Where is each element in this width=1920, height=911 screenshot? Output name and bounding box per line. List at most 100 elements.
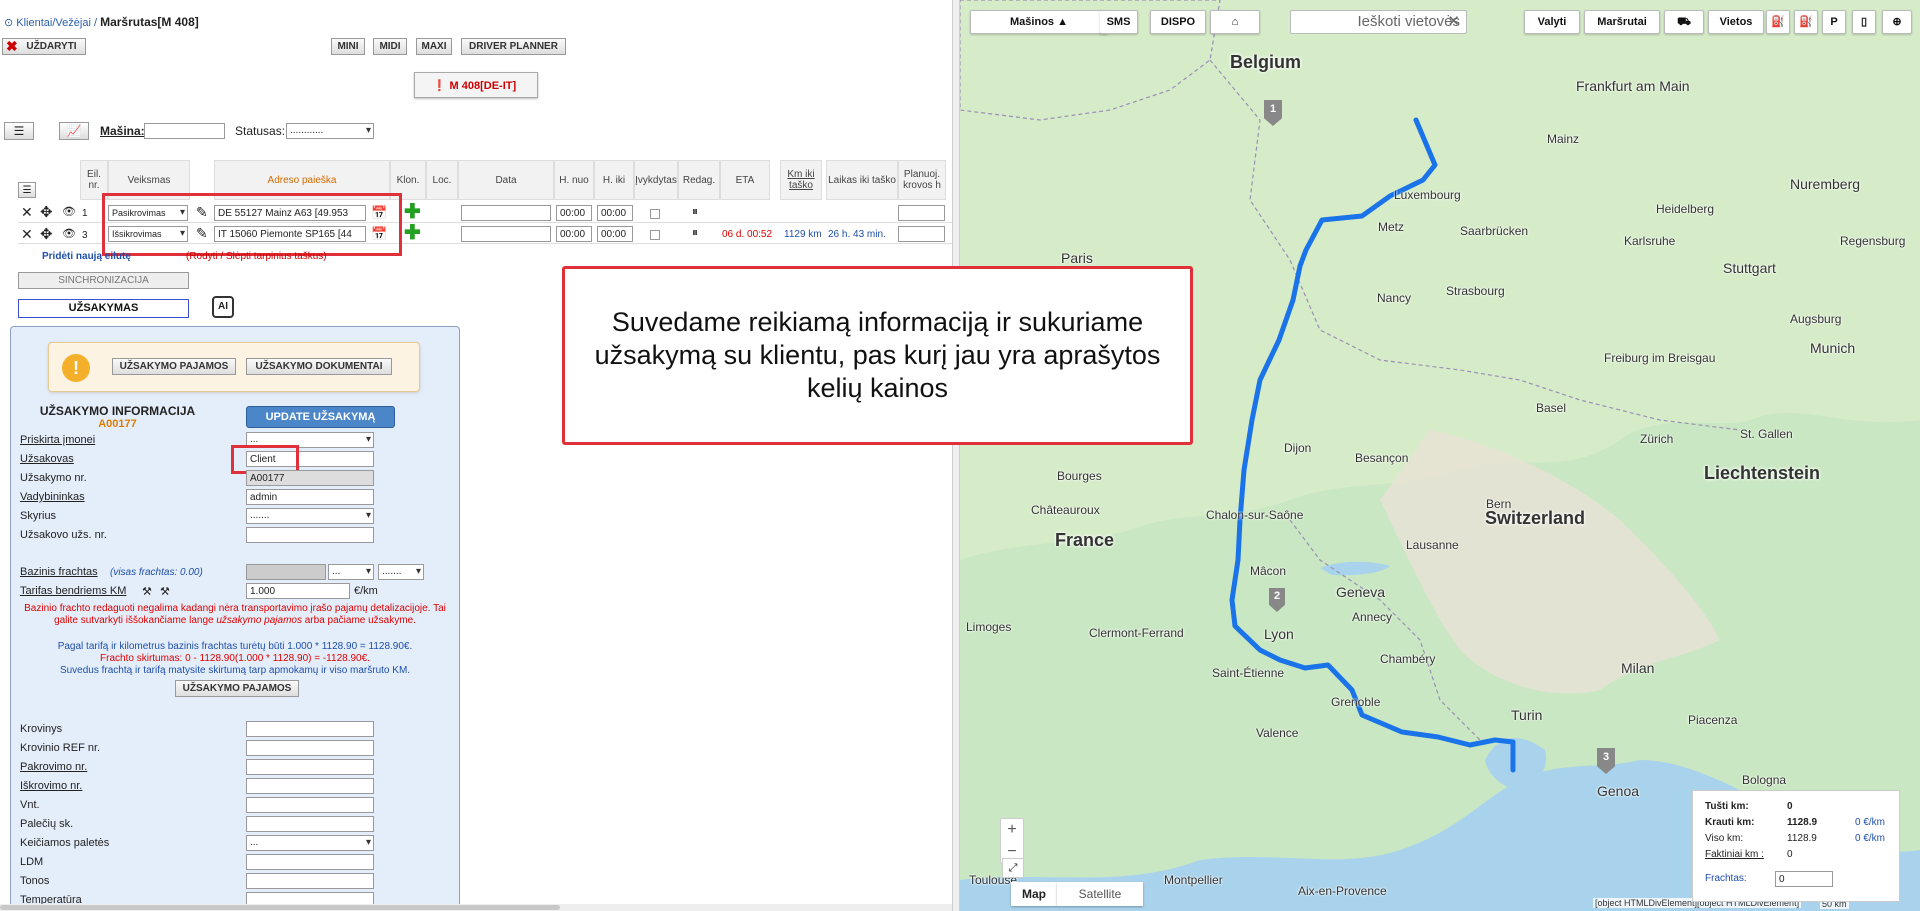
manager-input[interactable]: admin (246, 489, 374, 505)
summary-freight-label: Frachtas: (1705, 873, 1747, 884)
cargo-ref-input[interactable] (246, 740, 374, 756)
currency-select[interactable]: ... (328, 564, 374, 580)
parking-icon[interactable]: P (1822, 10, 1846, 34)
update-order-button[interactable]: UPDATE UŽSAKYMĄ (246, 406, 395, 428)
order-button[interactable]: UŽSAKYMAS (18, 299, 189, 318)
truck-icon[interactable]: ⛟ (1664, 10, 1704, 34)
routes-button[interactable]: Maršrutai (1584, 10, 1660, 34)
layers-icon[interactable]: ⊕ (1882, 10, 1912, 34)
income-button[interactable]: UŽSAKYMO PAJAMOS (112, 358, 236, 375)
back-icon[interactable]: ⊙ (4, 17, 13, 29)
add-row-link[interactable]: Pridėti naują eilutę (42, 251, 131, 262)
ldm-input[interactable] (246, 854, 374, 870)
masina-input[interactable] (144, 123, 225, 139)
home-icon[interactable]: ⌂ (1210, 10, 1260, 34)
city-label: Strasbourg (1446, 284, 1505, 298)
load-hours-input[interactable] (898, 226, 945, 242)
table-menu-icon[interactable]: ☰ (18, 182, 36, 198)
time-to-input[interactable]: 00:00 (597, 226, 633, 242)
ai-chip-icon[interactable]: AI (212, 296, 234, 318)
clear-search-icon[interactable]: ✕ (1447, 11, 1460, 33)
date-input[interactable] (461, 226, 551, 242)
documents-button[interactable]: UŽSAKYMO DOKUMENTAI (246, 358, 392, 375)
city-label: Freiburg im Breisgau (1604, 351, 1716, 365)
sms-button[interactable]: SMS (1100, 10, 1138, 34)
units-input[interactable] (246, 797, 374, 813)
add-point-icon[interactable]: ✚ (404, 202, 421, 222)
eye-icon[interactable]: 👁 (62, 227, 76, 240)
tons-input[interactable] (246, 873, 374, 889)
vehicles-button[interactable]: Mašinos ▲ (970, 10, 1108, 34)
clear-button[interactable]: Valyti (1524, 10, 1580, 34)
done-checkbox[interactable] (650, 209, 660, 219)
scrollbar-thumb[interactable] (0, 905, 560, 910)
tariff-input[interactable]: 1.000 (246, 583, 350, 599)
field-label: Krovinys (20, 723, 63, 735)
field-label: Iškrovimo nr. (20, 780, 83, 792)
city-label: Mainz (1547, 132, 1580, 146)
horizontal-scrollbar[interactable] (0, 904, 952, 911)
client-order-number-input[interactable] (246, 527, 374, 543)
date-input[interactable] (461, 205, 551, 221)
route-badge: ❗ M 408[DE-IT] (414, 72, 538, 98)
summary-label: Faktiniai km : (1705, 849, 1764, 860)
maxi-view-button[interactable]: MAXI (416, 38, 452, 55)
menu-icon[interactable]: ☰ (4, 122, 34, 140)
pallets-input[interactable] (246, 816, 374, 832)
freight-type-select[interactable]: ....... (378, 564, 424, 580)
pallet-exchange-select[interactable]: ... (246, 835, 374, 851)
mini-view-button[interactable]: MINI (331, 38, 365, 55)
fuel-pump-icon[interactable]: ⛽ (1794, 10, 1818, 34)
col-data: Data (458, 160, 554, 200)
driver-planner-button[interactable]: DRIVER PLANNER (461, 38, 566, 55)
chart-icon[interactable]: 📈 (59, 122, 89, 140)
statusas-select[interactable]: ............ (286, 123, 374, 139)
close-button[interactable]: ✖ UŽDARYTI (2, 38, 86, 55)
location-search-input[interactable]: Ieškoti vietovės ✕ (1290, 10, 1467, 34)
done-checkbox[interactable] (650, 230, 660, 240)
loading-number-input[interactable] (246, 759, 374, 775)
move-row-icon[interactable]: ✥ (40, 203, 53, 221)
income-button-2[interactable]: UŽSAKYMO PAJAMOS (175, 680, 299, 697)
fullscreen-icon[interactable]: ⤢ (1002, 858, 1024, 878)
field-label: Palečių sk. (20, 818, 74, 830)
page-title: Maršrutas[M 408] (100, 15, 199, 29)
breadcrumb-parent[interactable]: Klientai/Vežėjai (16, 17, 91, 29)
map-type-map[interactable]: Map (1011, 882, 1057, 906)
fuel-station-icon[interactable]: ⛽ (1766, 10, 1790, 34)
toll-icon[interactable]: ▯ (1852, 10, 1876, 34)
time-from-input[interactable]: 00:00 (556, 226, 592, 242)
map-type-satellite[interactable]: Satellite (1057, 882, 1143, 906)
zoom-in-icon[interactable]: + (1001, 819, 1023, 841)
freight-input[interactable]: 0 (1775, 871, 1833, 887)
edit-icon[interactable]: ⏸ (692, 204, 698, 219)
splitter[interactable] (952, 0, 960, 911)
time-to-input[interactable]: 00:00 (597, 205, 633, 221)
toggle-points-link[interactable]: (Rodyti / Slėpti tarpinius taškus) (186, 251, 327, 262)
unloading-number-input[interactable] (246, 778, 374, 794)
department-select[interactable]: ....... (246, 508, 374, 524)
col-eta: ETA (720, 160, 770, 200)
midi-view-button[interactable]: MIDI (373, 38, 407, 55)
city-label: Mâcon (1250, 564, 1287, 578)
delete-row-icon[interactable]: ✕ (21, 204, 33, 221)
cargo-input[interactable] (246, 721, 374, 737)
delete-row-icon[interactable]: ✕ (21, 226, 33, 243)
order-info-title: UŽSAKYMO INFORMACIJA (39, 404, 196, 418)
search-placeholder: Ieškoti vietovės (1357, 13, 1460, 30)
tool-icon[interactable]: ⚒ (142, 585, 152, 598)
city-label: Luxembourg (1394, 188, 1461, 202)
places-button[interactable]: Vietos (1708, 10, 1764, 34)
city-label: Metz (1378, 220, 1405, 234)
eye-icon[interactable]: 👁 (62, 205, 76, 218)
add-point-icon[interactable]: ✚ (404, 223, 421, 243)
freight-warning-link[interactable]: užsakymo pajamos (216, 615, 302, 626)
load-hours-input[interactable] (898, 205, 945, 221)
dispo-button[interactable]: DISPO (1150, 10, 1206, 34)
sync-button[interactable]: SINCHRONIZACIJA (18, 272, 189, 289)
move-row-icon[interactable]: ✥ (40, 225, 53, 243)
col-redag: Redag. (678, 160, 720, 200)
time-from-input[interactable]: 00:00 (556, 205, 592, 221)
tool-icon[interactable]: ⚒ (160, 585, 170, 598)
edit-icon[interactable]: ⏸ (692, 225, 698, 240)
